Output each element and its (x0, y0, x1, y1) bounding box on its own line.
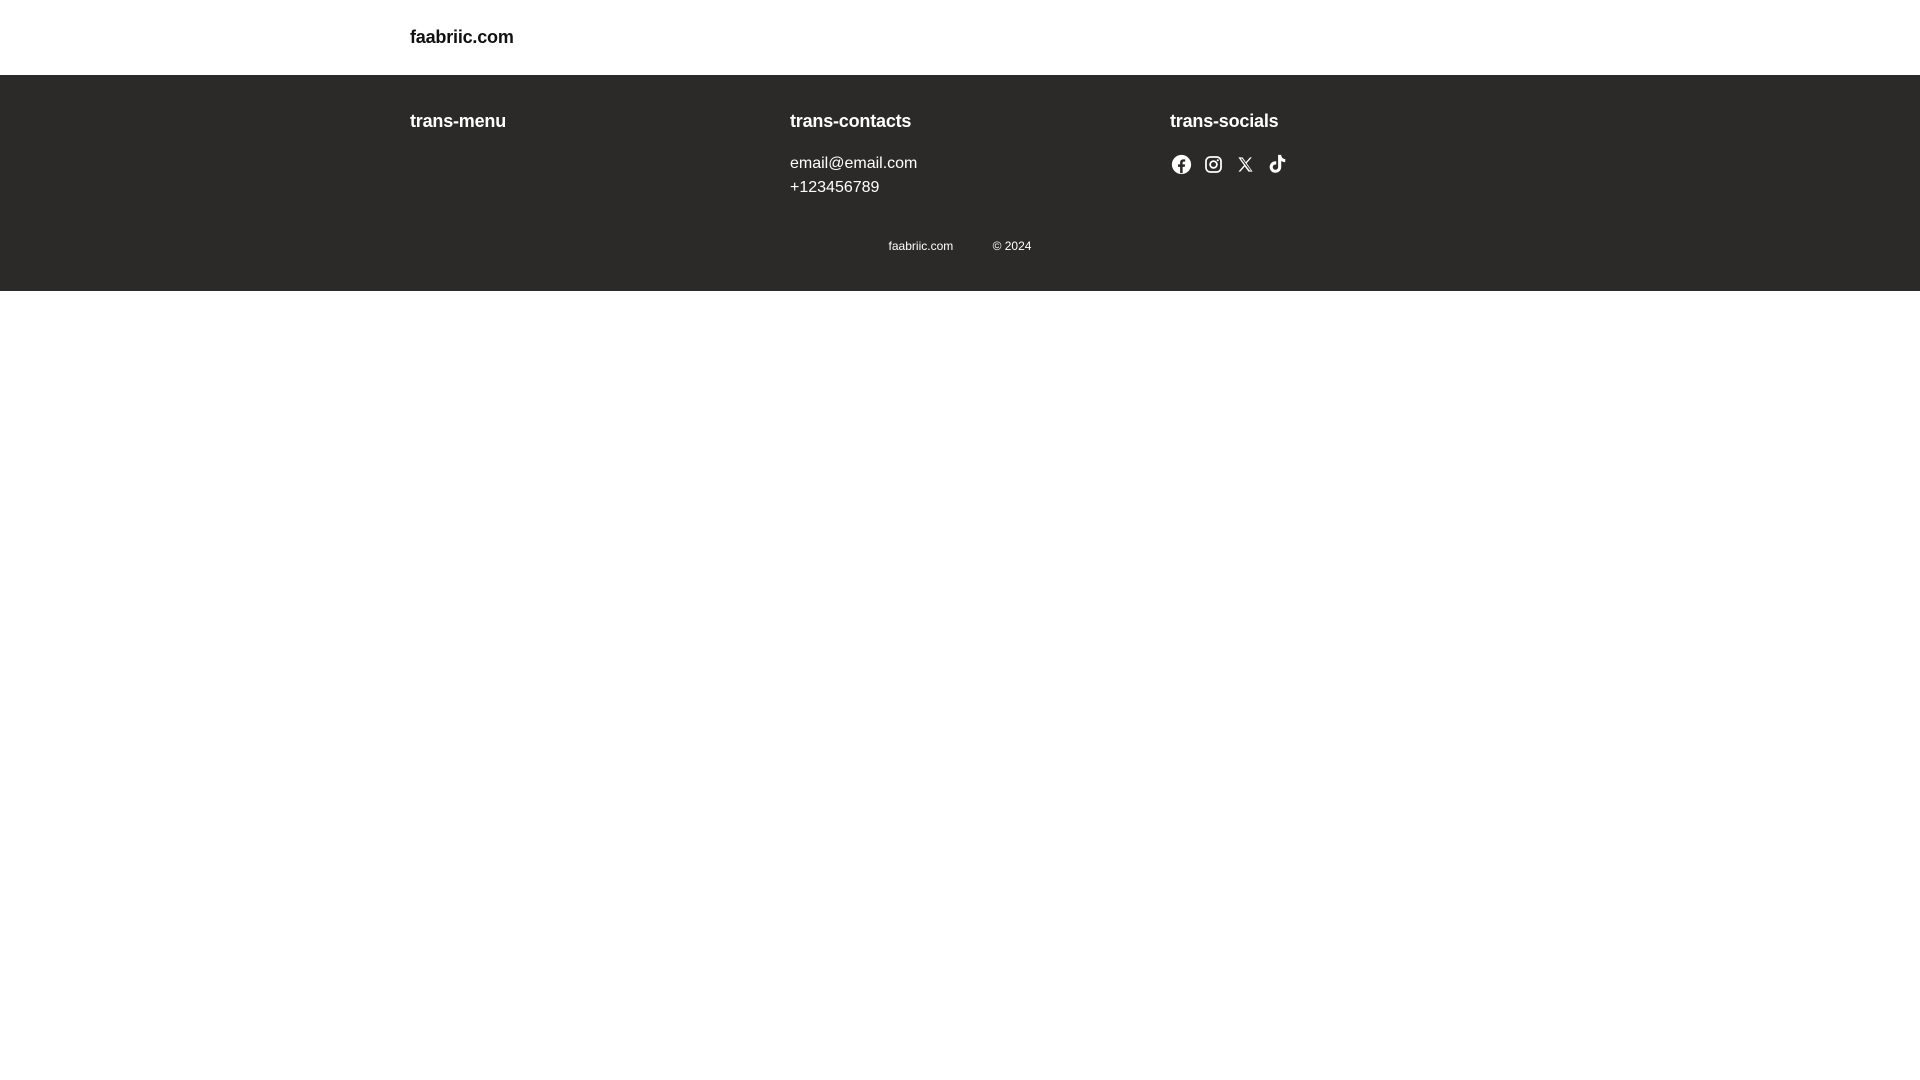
instagram-icon[interactable] (1202, 153, 1224, 175)
contacts-heading: trans-contacts (790, 111, 912, 131)
brand-logo-link[interactable]: faabriic.com (410, 26, 514, 48)
site-footer: trans-menu trans-contacts email@email.co… (0, 75, 1920, 291)
tiktok-icon[interactable] (1266, 153, 1288, 175)
footer-socials-column: trans-socials (1170, 110, 1288, 175)
phone-link[interactable]: +123456789 (790, 176, 917, 200)
menu-heading: trans-menu (410, 111, 507, 131)
email-link[interactable]: email@email.com (790, 152, 917, 176)
footer-site-name: faabriic.com (888, 239, 954, 253)
copyright-text: © 2024 (992, 239, 1032, 253)
site-header: faabriic.com (0, 0, 1920, 75)
facebook-icon[interactable] (1170, 153, 1192, 175)
social-icons-row (1170, 153, 1288, 175)
contact-list: email@email.com +123456789 (790, 152, 917, 200)
footer-bottom-bar: faabriic.com © 2024 (0, 238, 1920, 254)
x-icon[interactable] (1234, 153, 1256, 175)
footer-menu-column: trans-menu (410, 110, 506, 132)
socials-heading: trans-socials (1170, 111, 1279, 131)
footer-contacts-column: trans-contacts email@email.com +12345678… (790, 110, 917, 200)
